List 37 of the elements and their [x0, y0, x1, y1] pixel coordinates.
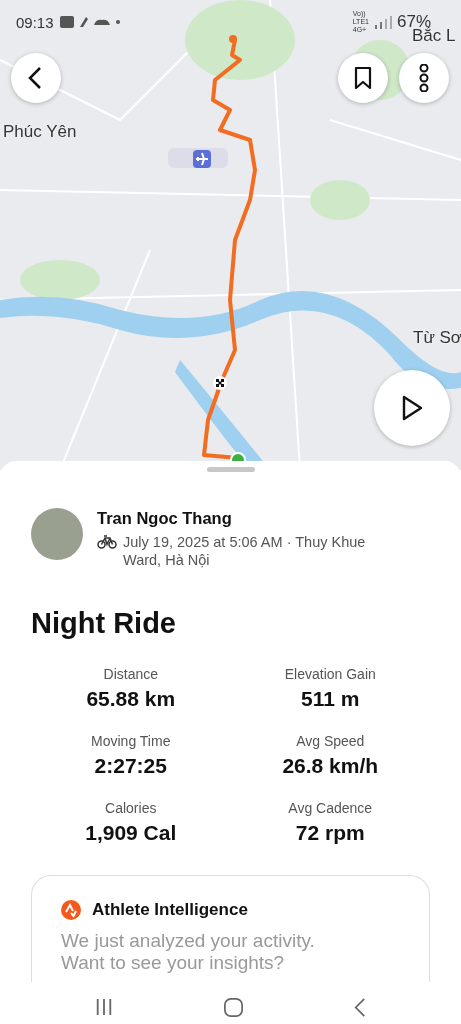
- avatar-photo: [31, 508, 83, 560]
- stat-label: Avg Cadence: [287, 800, 374, 816]
- back-nav-icon[interactable]: [353, 997, 366, 1017]
- stat-label: Distance: [102, 666, 159, 682]
- insights-text: We just analyzed your activity. Want to see your insights?: [61, 930, 316, 974]
- finish-flag-icon: [213, 376, 227, 390]
- stat-value: 511 m: [300, 687, 361, 711]
- recent-apps-icon[interactable]: [95, 998, 114, 1016]
- drag-handle[interactable]: [207, 467, 255, 472]
- stat-value: 26.8 km/h: [281, 754, 380, 778]
- insights-title: Athlete Intelligence: [92, 900, 248, 920]
- stat-value: 1,909 Cal: [84, 821, 178, 845]
- athlete-name: Tran Ngoc Thang: [97, 509, 233, 528]
- signal-icon: [372, 15, 393, 29]
- activity-meta: July 19, 2025 at 5:06 AM · Thuy Khue Ward, Hà Nội: [123, 533, 367, 569]
- stat-label: Elevation Gain: [283, 666, 377, 682]
- stat-label: Moving Time: [90, 733, 172, 749]
- stat-label: Avg Speed: [295, 733, 366, 749]
- airport-icon: [193, 150, 211, 168]
- vertical-dots-icon: [418, 64, 430, 92]
- strava-logo-icon: [61, 900, 81, 920]
- status-time: 09:13: [16, 13, 54, 31]
- activity-title: Night Ride: [31, 607, 177, 640]
- bicycle-icon: [97, 535, 117, 549]
- bookmark-icon: [353, 66, 373, 90]
- place-label: Phúc Yên: [3, 122, 77, 142]
- stat-value: 2:27:25: [93, 754, 168, 778]
- dot-icon: [115, 20, 120, 24]
- stat-value: 72 rpm: [294, 821, 366, 845]
- stat-label: Calories: [104, 800, 158, 816]
- place-label: Từ Sơ: [413, 328, 461, 348]
- cloud-icon: [93, 19, 110, 25]
- insights-card[interactable]: Athlete Intelligence We just analyzed your activity. Want to see your insights?: [31, 875, 430, 982]
- play-icon: [400, 394, 424, 422]
- home-icon[interactable]: [224, 997, 243, 1017]
- route-end-icon: [228, 34, 238, 44]
- stat-value: 65.88 km: [85, 687, 177, 711]
